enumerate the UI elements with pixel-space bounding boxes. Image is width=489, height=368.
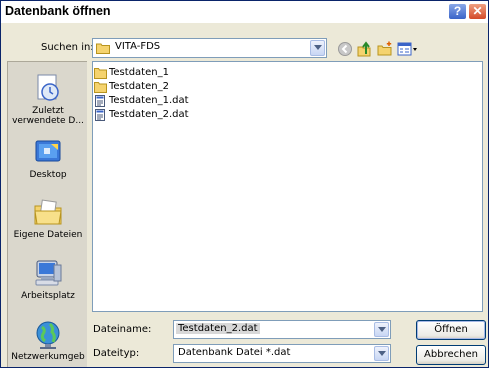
list-item[interactable]: Testdaten_1.dat (94, 94, 189, 107)
file-name: Testdaten_2.dat (109, 109, 189, 120)
look-in-value: VITA-FDS (115, 41, 161, 52)
data-file-icon (95, 94, 105, 107)
place-desktop[interactable]: Desktop (8, 136, 88, 180)
place-my-documents[interactable]: Eigene Dateien (8, 196, 88, 240)
recent-documents-icon (37, 74, 59, 101)
look-in-dropdown[interactable]: VITA-FDS (92, 38, 327, 58)
desktop-icon (35, 140, 61, 162)
filetype-value: Datenbank Datei *.dat (178, 347, 291, 358)
close-button[interactable]: ✕ (468, 3, 487, 20)
filename-label: Dateiname: (93, 324, 152, 335)
new-folder-icon[interactable] (377, 41, 393, 57)
place-desktop-label: Desktop (29, 170, 67, 180)
chevron-down-icon (314, 45, 322, 50)
filetype-label: Dateityp: (93, 348, 140, 359)
view-menu-icon[interactable] (397, 41, 419, 57)
filetype-dropdown-arrow[interactable] (374, 346, 389, 361)
file-name: Testdaten_1 (109, 67, 169, 78)
dialog-title: Datenbank öffnen (5, 4, 111, 18)
help-button[interactable]: ? (448, 3, 467, 20)
chevron-down-icon (378, 351, 386, 356)
my-documents-icon (34, 199, 62, 225)
file-name: Testdaten_1.dat (109, 95, 189, 106)
place-network-label: Netzwerkumgeb (11, 352, 85, 362)
place-recent-label-2: verwendete D... (12, 116, 84, 126)
up-folder-icon[interactable] (357, 41, 373, 57)
open-database-dialog: Datenbank öffnen ? ✕ Suchen in: VITA-FDS (0, 0, 489, 368)
network-icon (36, 321, 60, 349)
title-bar[interactable]: Datenbank öffnen ? ✕ (1, 1, 488, 23)
folder-icon (94, 67, 107, 79)
places-bar: Zuletzt verwendete D... Desktop Eigene D… (7, 61, 87, 367)
filename-value: Testdaten_2.dat (176, 323, 260, 334)
chevron-down-icon (378, 327, 386, 332)
place-my-computer-label: Arbeitsplatz (21, 291, 75, 301)
cancel-button[interactable]: Abbrechen (416, 345, 486, 365)
filetype-dropdown[interactable]: Datenbank Datei *.dat (173, 344, 391, 363)
look-in-label: Suchen in: (41, 42, 94, 53)
look-in-dropdown-arrow[interactable] (310, 40, 325, 56)
data-file-icon (95, 108, 105, 121)
back-icon[interactable] (337, 41, 353, 57)
filename-input[interactable]: Testdaten_2.dat (173, 320, 391, 339)
open-button[interactable]: Öffnen (416, 320, 486, 340)
list-item[interactable]: Testdaten_2 (94, 80, 169, 93)
list-item[interactable]: Testdaten_2.dat (94, 108, 189, 121)
place-network[interactable]: Netzwerkumgeb (8, 318, 88, 362)
list-item[interactable]: Testdaten_1 (94, 66, 169, 79)
my-computer-icon (35, 260, 62, 286)
file-list[interactable]: Testdaten_1 Testdaten_2 Testdaten_1.dat … (92, 61, 483, 312)
place-my-documents-label: Eigene Dateien (13, 230, 83, 240)
place-my-computer[interactable]: Arbeitsplatz (8, 257, 88, 301)
place-recent[interactable]: Zuletzt verwendete D... (8, 72, 88, 126)
file-name: Testdaten_2 (109, 81, 169, 92)
folder-icon (94, 81, 107, 93)
filename-dropdown-arrow[interactable] (374, 322, 389, 337)
place-recent-label: Zuletzt (32, 106, 64, 116)
folder-icon (96, 43, 110, 54)
